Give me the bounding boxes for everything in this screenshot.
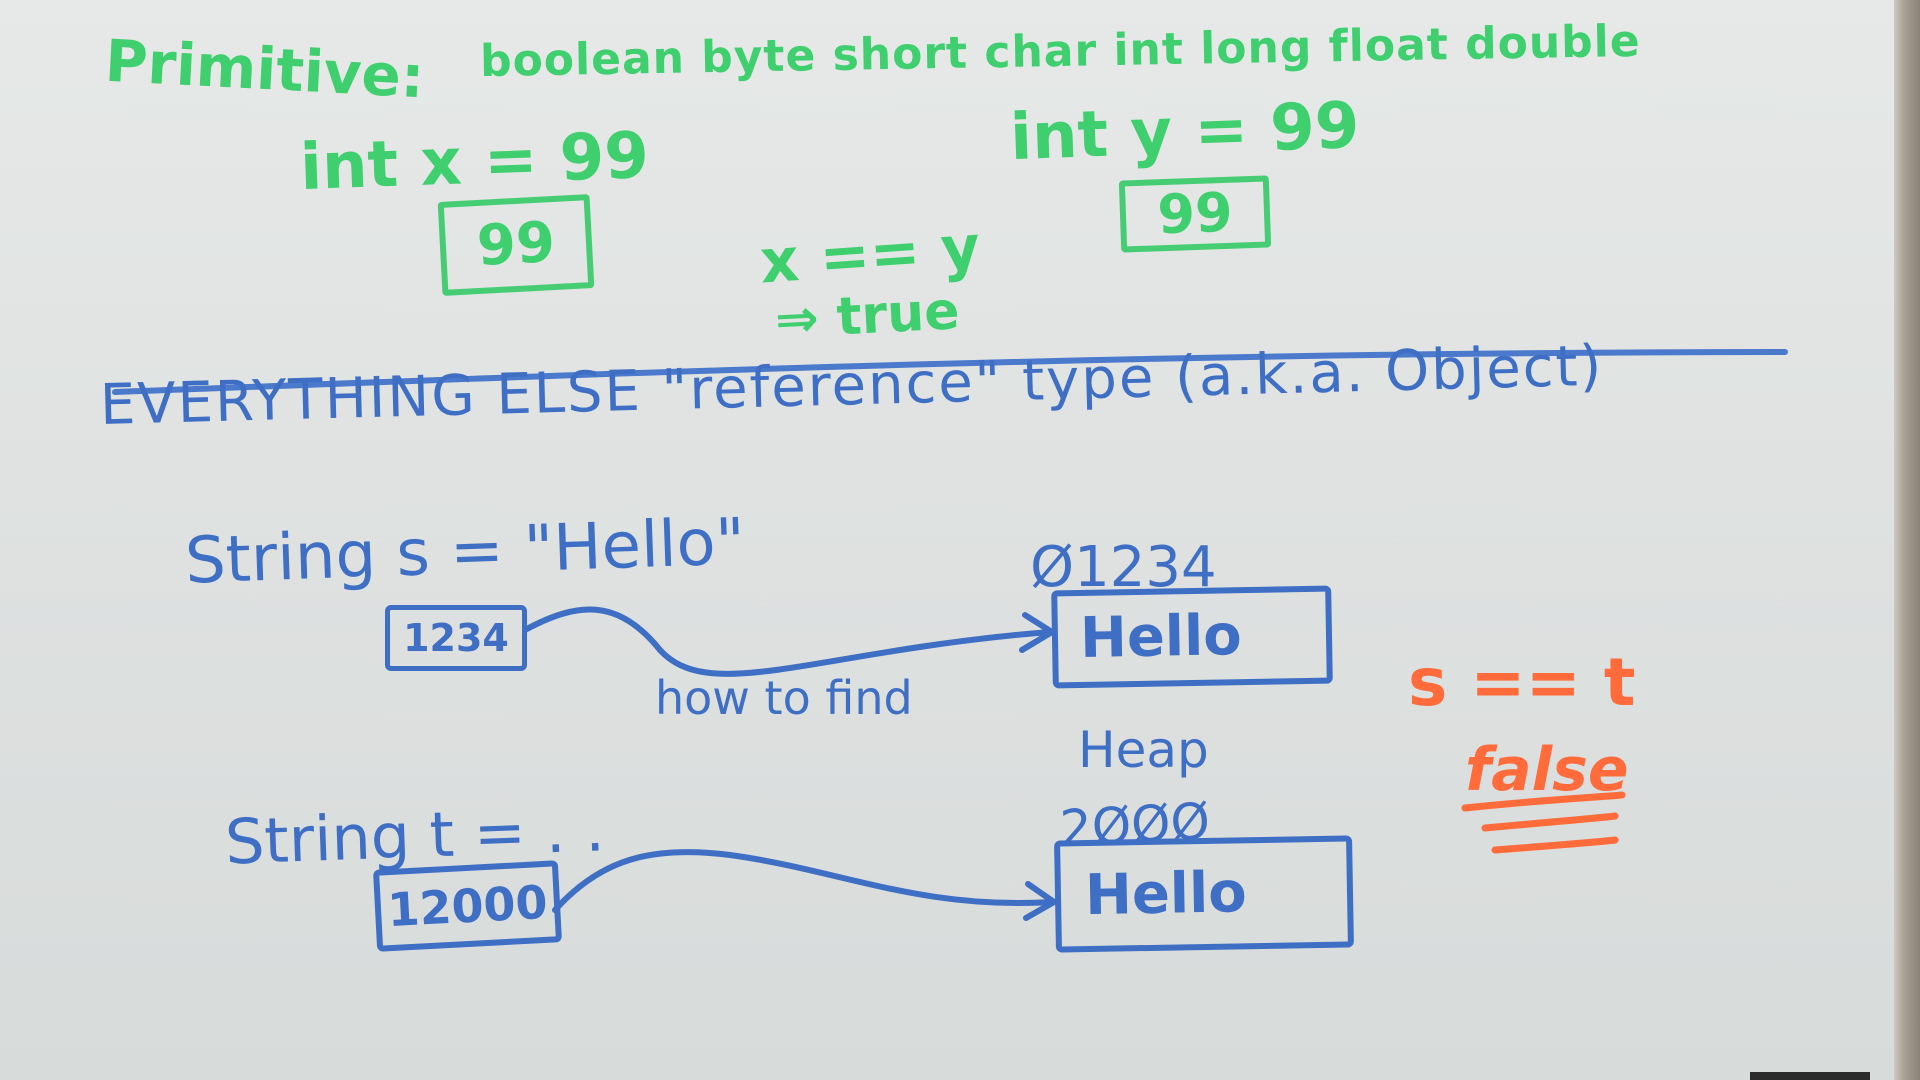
marker-tray	[1750, 1072, 1870, 1080]
whiteboard: Primitive: boolean byte short char int l…	[0, 0, 1920, 1080]
false-underline-3	[1491, 836, 1619, 854]
s-heap-object-value: Hello	[1079, 603, 1243, 671]
t-reference-value: 12000	[386, 874, 549, 938]
false-underline-2	[1481, 812, 1619, 832]
s-reference-value: 1234	[403, 616, 509, 660]
t-heap-object-box: Hello	[1054, 835, 1354, 953]
s-declaration: String s = "Hello"	[183, 505, 747, 599]
reference-comparison: s == t	[1408, 644, 1636, 721]
arrow-label-how-to-find: how to find	[655, 671, 913, 725]
t-heap-object-value: Hello	[1084, 860, 1248, 929]
reference-result: false	[1465, 735, 1629, 805]
s-reference-box: 1234	[385, 605, 527, 671]
heap-label: Heap	[1078, 721, 1209, 779]
t-reference-arrow	[552, 849, 1055, 913]
s-reference-arrow	[522, 606, 1053, 677]
board-frame-edge	[1894, 0, 1920, 1080]
s-heap-object-box: Hello	[1051, 585, 1333, 689]
t-reference-box: 12000	[372, 860, 563, 952]
